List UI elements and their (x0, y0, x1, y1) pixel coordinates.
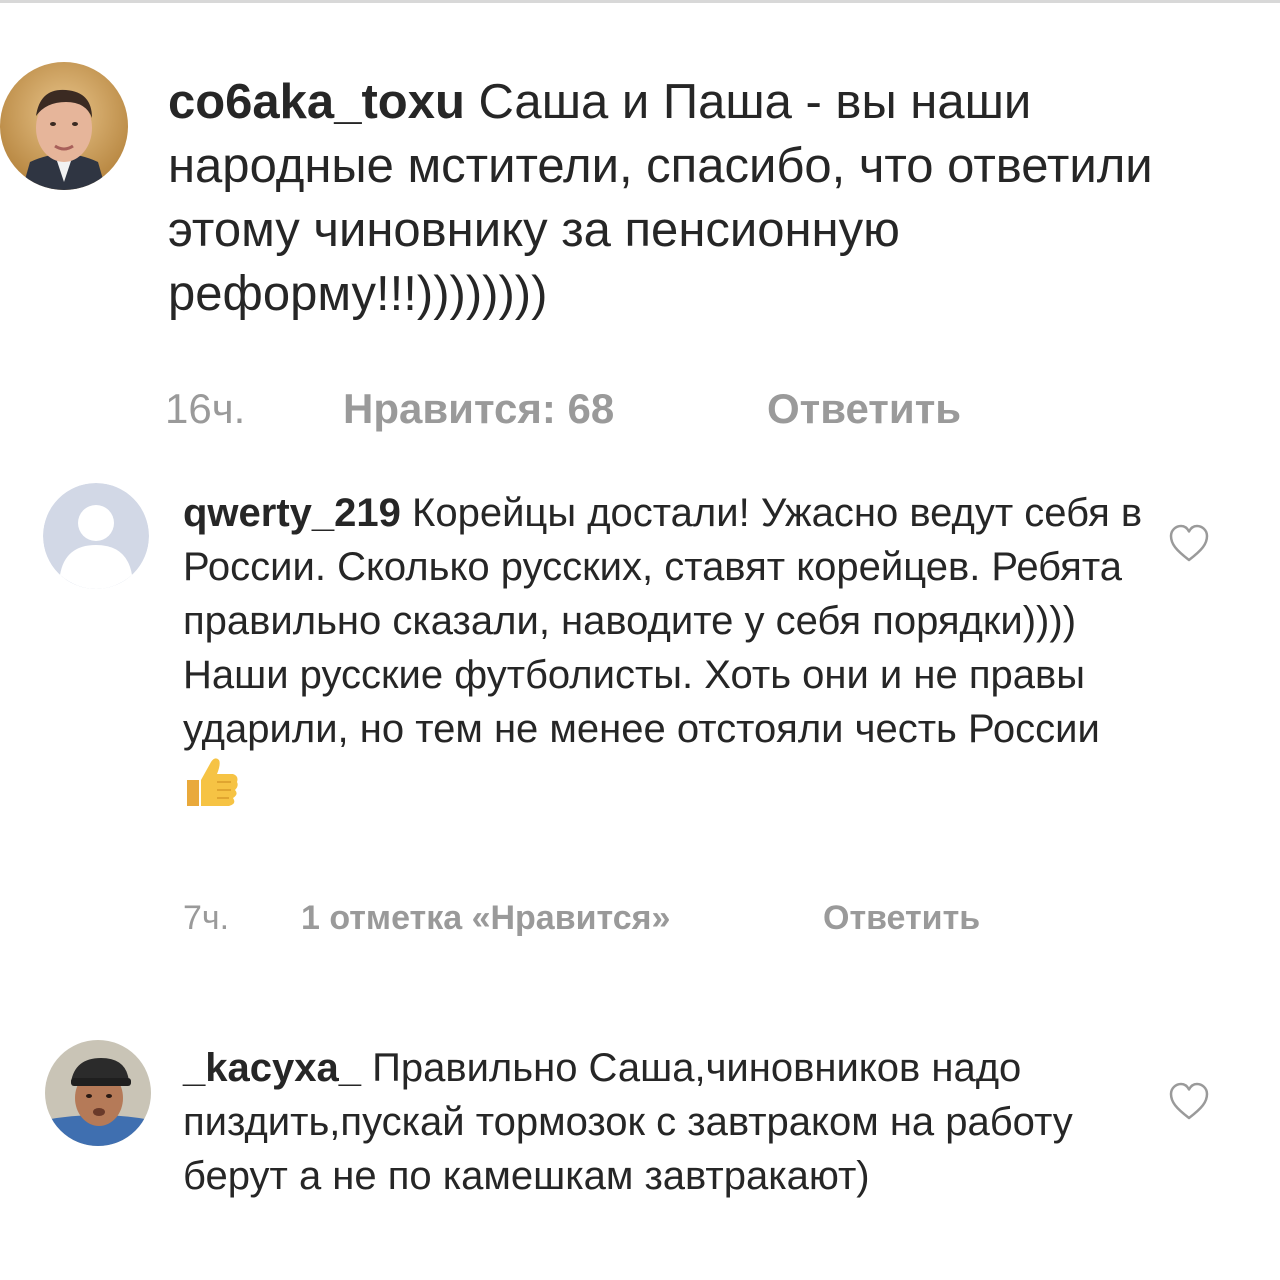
top-divider (0, 0, 1280, 3)
thumbs-up-icon (183, 756, 241, 822)
avatar[interactable] (0, 62, 128, 190)
comment-text: _kacyxa_ Правильно Саша,чиновников надо … (183, 1041, 1143, 1203)
comment-username[interactable]: qwerty_219 (183, 491, 401, 535)
comment-time: 7ч. (183, 899, 230, 937)
likes-count[interactable]: 1 отметка «Нравится» (301, 899, 670, 938)
avatar-photo (0, 62, 128, 190)
comment-username[interactable]: со6aka_toxu (168, 75, 465, 129)
avatar[interactable] (45, 1040, 151, 1146)
comment-username[interactable]: _kacyxa_ (183, 1046, 361, 1090)
default-person-icon (43, 483, 149, 589)
reply-button[interactable]: Ответить (823, 899, 980, 938)
reply-button[interactable]: Ответить (767, 385, 961, 433)
heart-outline-icon[interactable] (1168, 524, 1210, 564)
comment-text: qwerty_219 Корейцы достали! Ужасно ведут… (183, 486, 1143, 822)
comment-time: 16ч. (165, 385, 246, 432)
heart-outline-icon[interactable] (1168, 1082, 1210, 1122)
avatar[interactable] (43, 483, 149, 589)
comment-text: со6aka_toxu Саша и Паша - вы наши народн… (168, 70, 1258, 326)
avatar-photo (45, 1040, 151, 1146)
likes-count[interactable]: Нравится: 68 (343, 385, 614, 433)
